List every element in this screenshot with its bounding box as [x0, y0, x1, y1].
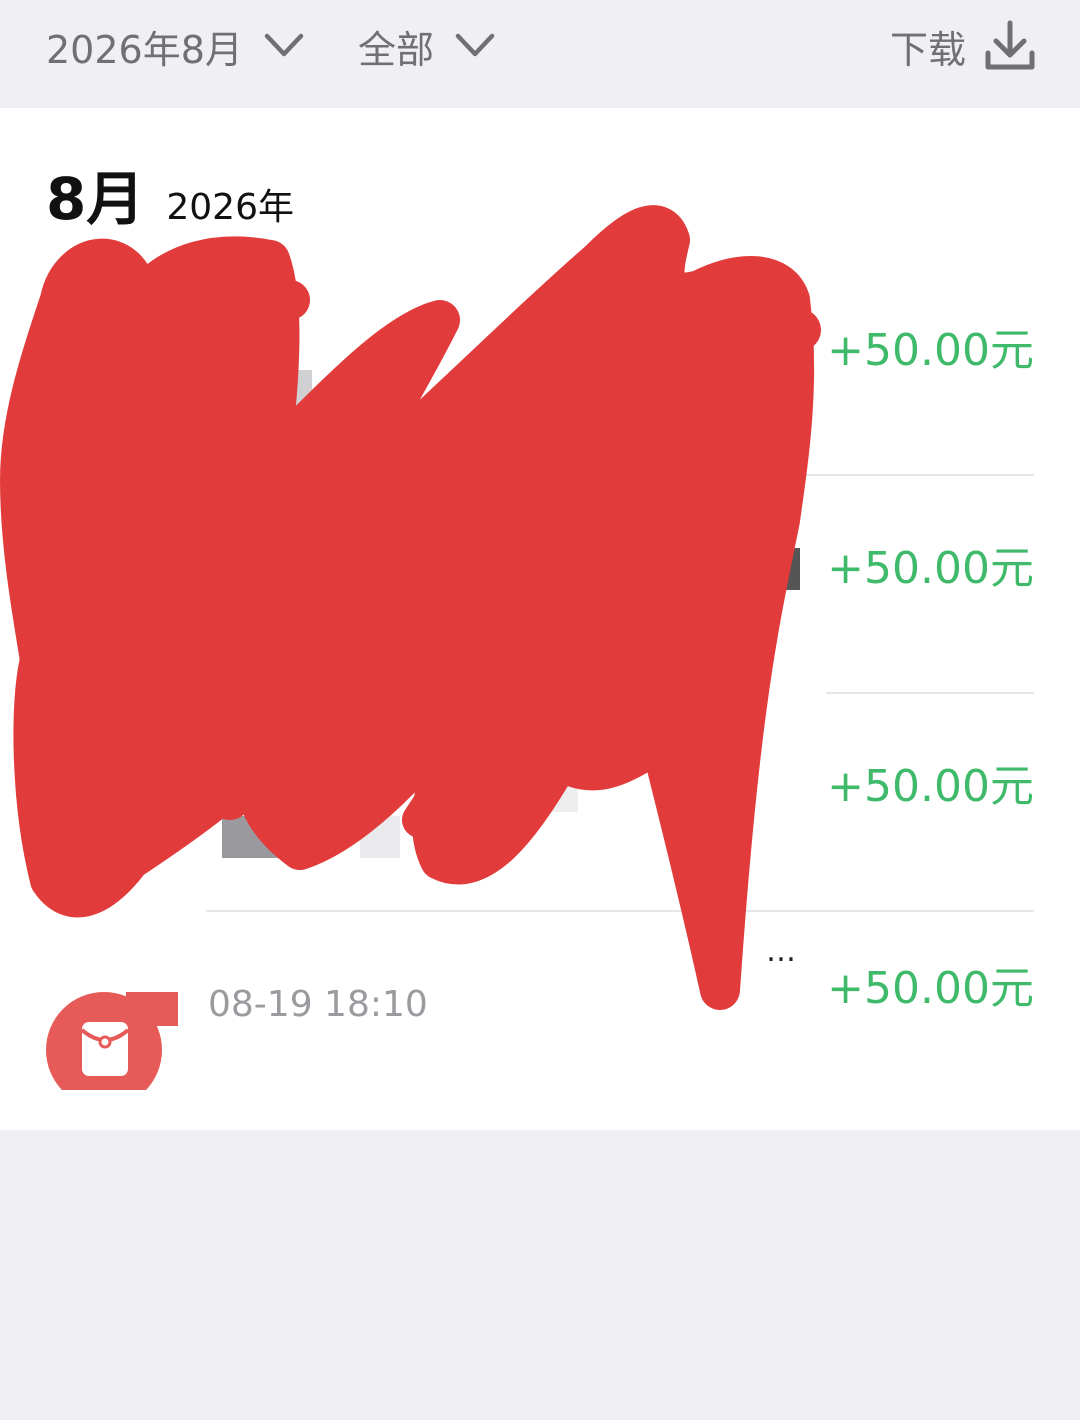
transaction-title: …	[766, 934, 798, 969]
month-year: 2026年	[166, 187, 294, 228]
download-icon	[985, 20, 1035, 70]
filter-bar: 2026年8月 全部 下载	[0, 0, 1080, 108]
transaction-row[interactable]: +50.00元	[0, 476, 1080, 694]
month-filter[interactable]: 2026年8月	[46, 18, 305, 74]
chevron-down-icon	[264, 33, 304, 57]
redacted-fragment	[460, 770, 540, 812]
transaction-amount: +50.00元	[827, 761, 1034, 812]
redacted-fragment	[280, 370, 312, 414]
redacted-fragment	[360, 816, 400, 858]
transaction-row[interactable]: +50.00元	[0, 258, 1080, 476]
red-packet-icon	[46, 950, 186, 1108]
transaction-amount: +50.00元	[827, 325, 1034, 376]
transaction-amount: +50.00元	[827, 543, 1034, 594]
type-filter-label: 全部	[358, 27, 435, 72]
redacted-fragment	[540, 770, 578, 812]
download-label: 下载	[889, 27, 966, 72]
type-filter[interactable]: 全部	[358, 18, 496, 74]
chevron-down-icon	[455, 33, 495, 57]
month-filter-label: 2026年8月	[46, 27, 243, 72]
redacted-fragment	[170, 770, 180, 812]
transaction-card: 8月 2026年 +50.00元 +50.00元 +50.00元 … +50.0…	[0, 108, 1080, 1130]
month-title: 8月	[46, 165, 145, 233]
transaction-row[interactable]: … +50.00元 08-19 18:10	[0, 912, 1080, 1130]
redacted-fragment	[222, 816, 282, 858]
download-button[interactable]: 下载	[890, 18, 1036, 74]
redacted-fragment	[740, 548, 800, 590]
redacted-fragment	[286, 568, 316, 590]
transaction-amount: +50.00元	[827, 963, 1034, 1014]
transaction-time: 08-19 18:10	[208, 984, 428, 1025]
month-header: 8月 2026年	[46, 152, 294, 236]
